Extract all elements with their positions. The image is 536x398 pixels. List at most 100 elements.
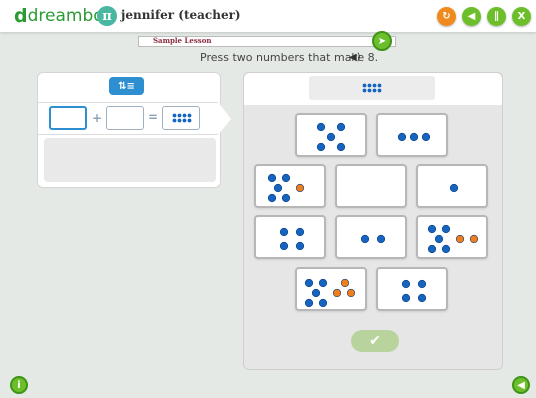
checkmark-icon: ✔ bbox=[369, 333, 381, 349]
blue-dot bbox=[281, 173, 291, 183]
blue-dot bbox=[273, 183, 283, 193]
dot-card[interactable] bbox=[295, 267, 367, 311]
blue-dot bbox=[434, 234, 444, 244]
speaker-icon: ◀ bbox=[467, 11, 476, 22]
dot-pattern bbox=[449, 183, 459, 193]
dot-card[interactable] bbox=[335, 215, 407, 259]
refresh-icon: ↻ bbox=[442, 11, 451, 22]
avatar[interactable]: π bbox=[97, 6, 117, 26]
blue-dot bbox=[401, 279, 411, 289]
sum-card bbox=[162, 106, 200, 130]
dot-card[interactable] bbox=[335, 164, 407, 208]
pause-icon: ∥ bbox=[494, 11, 499, 22]
second-addend-slot[interactable] bbox=[106, 106, 144, 130]
orange-dot bbox=[469, 234, 479, 244]
blue-dot bbox=[441, 224, 451, 234]
blue-dot bbox=[311, 288, 321, 298]
target-dot bbox=[182, 113, 187, 118]
dot-pattern bbox=[397, 132, 431, 142]
top-bar: d dreambox π jennifer (teacher) ↻ ◀ ∥ X bbox=[0, 0, 536, 32]
target-dot bbox=[362, 88, 367, 93]
blue-dot bbox=[417, 279, 427, 289]
sort-icon: ⇅≡ bbox=[118, 80, 135, 92]
orange-dot bbox=[340, 278, 350, 288]
dot-card[interactable] bbox=[376, 113, 448, 157]
refresh-button[interactable]: ↻ bbox=[437, 7, 456, 26]
next-button[interactable]: ➤ bbox=[372, 31, 392, 51]
target-dot bbox=[367, 88, 372, 93]
blue-dot bbox=[304, 298, 314, 308]
blue-dot bbox=[316, 142, 326, 152]
mute-icon: ◀ bbox=[517, 379, 525, 391]
blue-dot bbox=[279, 241, 289, 251]
avatar-symbol: π bbox=[102, 8, 112, 24]
plus-sign: + bbox=[92, 111, 103, 125]
blue-dot bbox=[316, 122, 326, 132]
blue-dot bbox=[449, 183, 459, 193]
blue-dot bbox=[417, 293, 427, 303]
sum-dots bbox=[172, 113, 192, 123]
info-button[interactable]: i bbox=[10, 376, 28, 394]
target-dot bbox=[377, 83, 382, 88]
target-card bbox=[309, 76, 435, 100]
dot-card[interactable] bbox=[416, 164, 488, 208]
target-dot bbox=[372, 83, 377, 88]
equation-arrow bbox=[218, 102, 231, 135]
dot-card[interactable] bbox=[295, 113, 367, 157]
dot-pattern bbox=[427, 224, 479, 254]
equation-tray bbox=[44, 138, 216, 182]
dot-card[interactable] bbox=[254, 215, 326, 259]
blue-dot bbox=[376, 234, 386, 244]
dot-card[interactable] bbox=[254, 164, 326, 208]
mute-button[interactable]: ◀ bbox=[512, 376, 530, 394]
target-dots bbox=[362, 83, 382, 93]
close-icon: X bbox=[517, 11, 526, 22]
user-name: jennifer (teacher) bbox=[121, 8, 241, 22]
exit-button[interactable]: X bbox=[512, 7, 531, 26]
equals-sign: = bbox=[148, 110, 159, 124]
target-dot bbox=[177, 113, 182, 118]
target-dot bbox=[372, 88, 377, 93]
target-dot bbox=[187, 113, 192, 118]
dot-pattern bbox=[337, 166, 409, 210]
dot-card[interactable] bbox=[376, 267, 448, 311]
dot-pattern bbox=[316, 122, 346, 152]
target-dot bbox=[172, 113, 177, 118]
blue-dot bbox=[360, 234, 370, 244]
logo-mark: d bbox=[14, 5, 28, 27]
blue-dot bbox=[427, 224, 437, 234]
blue-dot bbox=[318, 298, 328, 308]
blue-dot bbox=[295, 241, 305, 251]
submit-check-button[interactable]: ✔ bbox=[351, 330, 399, 352]
blue-dot bbox=[421, 132, 431, 142]
dot-pattern bbox=[279, 227, 305, 251]
target-dot bbox=[182, 118, 187, 123]
next-arrow-icon: ➤ bbox=[377, 35, 387, 47]
dot-pattern bbox=[401, 279, 427, 303]
blue-dot bbox=[427, 244, 437, 254]
target-dot bbox=[177, 118, 182, 123]
blue-dot bbox=[279, 227, 289, 237]
orange-dot bbox=[455, 234, 465, 244]
first-addend-slot[interactable] bbox=[49, 106, 87, 130]
blue-dot bbox=[401, 293, 411, 303]
blue-dot bbox=[409, 132, 419, 142]
lesson-title: Sample Lesson bbox=[153, 36, 212, 45]
dot-pattern bbox=[304, 278, 356, 308]
blue-dot bbox=[267, 173, 277, 183]
sort-button[interactable]: ⇅≡ bbox=[109, 77, 144, 95]
target-dot bbox=[377, 88, 382, 93]
dot-pattern bbox=[360, 234, 386, 244]
orange-dot bbox=[295, 183, 305, 193]
pause-button[interactable]: ∥ bbox=[487, 7, 506, 26]
blue-dot bbox=[397, 132, 407, 142]
blue-dot bbox=[267, 193, 277, 203]
blue-dot bbox=[441, 244, 451, 254]
info-icon: i bbox=[17, 379, 21, 391]
sound-button[interactable]: ◀ bbox=[462, 7, 481, 26]
lesson-banner: Sample Lesson ➤ bbox=[138, 31, 396, 51]
orange-dot bbox=[346, 288, 356, 298]
target-dot bbox=[187, 118, 192, 123]
speaker-icon[interactable]: ◀) bbox=[349, 52, 361, 63]
dot-card[interactable] bbox=[416, 215, 488, 259]
